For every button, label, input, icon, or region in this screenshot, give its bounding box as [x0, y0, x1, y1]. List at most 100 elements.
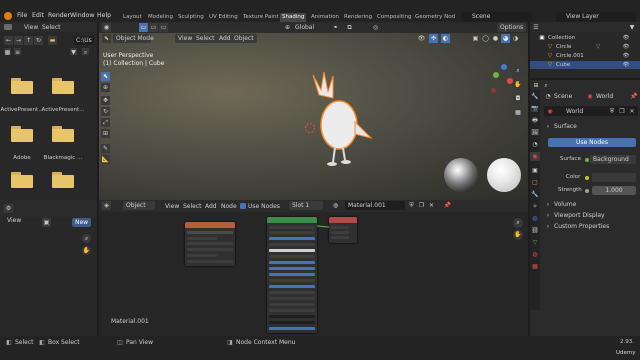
camera-icon[interactable]: ◘: [513, 94, 523, 104]
pin-icon[interactable]: 📌: [630, 92, 638, 101]
tab-animation[interactable]: Animation: [309, 13, 341, 22]
back-arrow-icon[interactable]: ←: [4, 36, 13, 45]
volume-panel-header[interactable]: › Volume: [542, 200, 638, 210]
visibility-icon[interactable]: 👁: [622, 34, 630, 43]
measure-tool-icon[interactable]: 📐: [101, 155, 110, 164]
zoom-icon[interactable]: ⌕: [513, 218, 523, 228]
file-select-menu[interactable]: Select: [42, 24, 61, 31]
tweak-tool-icon[interactable]: ⬉: [101, 72, 110, 81]
search-icon[interactable]: ⌕: [542, 81, 550, 89]
particles-tab-icon[interactable]: ✧: [531, 202, 539, 211]
gizmo-icon[interactable]: ✣: [429, 34, 438, 43]
gizmo-z-axis[interactable]: [501, 64, 507, 70]
filter-icon[interactable]: ▼: [70, 48, 77, 56]
scene-selector[interactable]: Scene: [462, 12, 532, 22]
grid-toggle-icon[interactable]: ▦: [513, 108, 523, 118]
scale-tool-icon[interactable]: ⤢: [101, 118, 110, 127]
pan-hand-icon[interactable]: ✋: [513, 80, 523, 90]
view-layer-selector[interactable]: View Layer: [556, 12, 636, 22]
tab-sculpting[interactable]: Sculpting: [176, 13, 206, 22]
gizmo-neg-axis[interactable]: [491, 88, 496, 93]
gizmo-y-axis[interactable]: [493, 72, 499, 78]
tab-uv-editing[interactable]: UV Editing: [207, 13, 240, 22]
shader-node-editor[interactable]: ◈ Object View Select Add Node Use Nodes …: [99, 200, 528, 336]
new-image-button[interactable]: New: [72, 218, 92, 227]
refresh-icon[interactable]: ↻: [34, 36, 43, 45]
annotate-tool-icon[interactable]: ✎: [101, 144, 110, 153]
pivot-icon[interactable]: ⚭: [331, 23, 340, 32]
solid-shading-icon[interactable]: ●: [491, 34, 500, 43]
folder-icon[interactable]: [52, 126, 74, 142]
tab-geometry-nodes[interactable]: Geometry Nod: [413, 13, 457, 22]
unlink-icon[interactable]: ✕: [628, 107, 636, 116]
proportional-edit-icon[interactable]: ◎: [371, 23, 380, 32]
outliner-row-collection[interactable]: ▣ Collection 👁: [530, 34, 640, 42]
tool-tab-icon[interactable]: 🔧: [531, 92, 539, 101]
path-field[interactable]: C:\Us: [74, 36, 94, 45]
object-mode-dropdown[interactable]: Object Mode: [113, 34, 154, 43]
file-view-menu[interactable]: View: [24, 24, 38, 31]
sort-icon[interactable]: ≡: [14, 48, 21, 56]
menu-file[interactable]: File: [17, 12, 27, 19]
global-orientation-icon[interactable]: ⊕: [283, 23, 292, 32]
tab-rendering[interactable]: Rendering: [342, 13, 374, 22]
folder-icon[interactable]: [11, 78, 33, 94]
xray-icon[interactable]: ▣: [471, 34, 480, 43]
wireframe-shading-icon[interactable]: ◯: [481, 34, 490, 43]
3d-viewport[interactable]: ◉ ▭ ▭ ▭ ⊕ Global ⚭ ⧉ ◎ Options ⬉ Object …: [99, 22, 528, 200]
forward-arrow-icon[interactable]: →: [14, 36, 23, 45]
editor-type-icon[interactable]: [4, 24, 12, 30]
editor-type-icon[interactable]: ⚙: [4, 204, 13, 213]
editor-type-icon[interactable]: ⊞: [532, 81, 540, 89]
constraints-tab-icon[interactable]: ⛓: [531, 226, 539, 235]
object-tab-icon[interactable]: ▢: [531, 178, 539, 187]
viewport-object-menu[interactable]: Object: [231, 34, 257, 43]
duplicate-icon[interactable]: ❐: [618, 107, 626, 116]
new-folder-icon[interactable]: ▬: [48, 36, 57, 45]
menu-window[interactable]: Window: [70, 12, 94, 19]
material-shading-icon[interactable]: ◕: [501, 34, 510, 43]
viewport-select-menu[interactable]: Select: [193, 34, 218, 43]
zoom-icon[interactable]: ⌕: [82, 234, 91, 243]
tab-compositing[interactable]: Compositing: [375, 13, 413, 22]
transform-tool-icon[interactable]: ⊞: [101, 129, 110, 138]
texture-tab-icon[interactable]: ▦: [531, 262, 539, 271]
world-name[interactable]: World: [566, 108, 583, 115]
menu-edit[interactable]: Edit: [32, 12, 44, 19]
diffuse-preview-sphere[interactable]: [487, 158, 521, 192]
grid-view-icon[interactable]: ▦: [4, 48, 11, 56]
modifier-tab-icon[interactable]: 🔧: [531, 190, 539, 199]
blender-logo-icon[interactable]: [4, 12, 12, 20]
pan-hand-icon[interactable]: ✋: [82, 246, 91, 255]
zoom-icon[interactable]: ⌕: [513, 66, 523, 76]
visibility-icon[interactable]: 👁: [622, 61, 630, 70]
material-tab-icon[interactable]: ◍: [531, 250, 539, 259]
tab-modeling[interactable]: Modeling: [146, 13, 175, 22]
outliner-row-circle-001[interactable]: ▽ Circle.001 👁: [530, 52, 640, 60]
view-layer-tab-icon[interactable]: 🖼: [531, 128, 539, 137]
editor-type-icon[interactable]: ◉: [102, 23, 111, 32]
folder-icon[interactable]: [52, 78, 74, 94]
tab-shading[interactable]: Shading: [280, 13, 307, 22]
world-selector[interactable]: ◉ World ⛨ ❐ ✕: [544, 106, 638, 116]
folder-icon[interactable]: [11, 126, 33, 142]
cursor-icon[interactable]: ⊕: [101, 83, 110, 92]
fake-user-icon[interactable]: ⛨: [608, 107, 616, 116]
overlay-icon[interactable]: ◐: [441, 34, 450, 43]
folder-icon[interactable]: [52, 172, 74, 188]
select-tweak-icon[interactable]: ▭: [149, 23, 158, 32]
outliner-row-circle[interactable]: ▽ Circle ▽ 👁: [530, 43, 640, 51]
physics-tab-icon[interactable]: ◍: [531, 214, 539, 223]
surface-value-dropdown[interactable]: Background: [590, 155, 636, 164]
editor-type-icon[interactable]: ☰: [532, 23, 540, 31]
collection-tab-icon[interactable]: ▣: [531, 166, 539, 175]
filter-icon[interactable]: ▼: [628, 23, 636, 31]
visibility-icon[interactable]: 👁: [622, 43, 630, 52]
transform-orientation[interactable]: Global: [295, 24, 314, 31]
move-tool-icon[interactable]: ✥: [101, 96, 110, 105]
viewport-display-panel-header[interactable]: › Viewport Display: [542, 211, 638, 221]
rotate-tool-icon[interactable]: ↻: [101, 107, 110, 116]
output-tab-icon[interactable]: 🖶: [531, 116, 539, 125]
outliner-row-cube[interactable]: ▽ Cube 👁: [530, 61, 640, 69]
tab-layout[interactable]: Layout: [121, 13, 144, 22]
